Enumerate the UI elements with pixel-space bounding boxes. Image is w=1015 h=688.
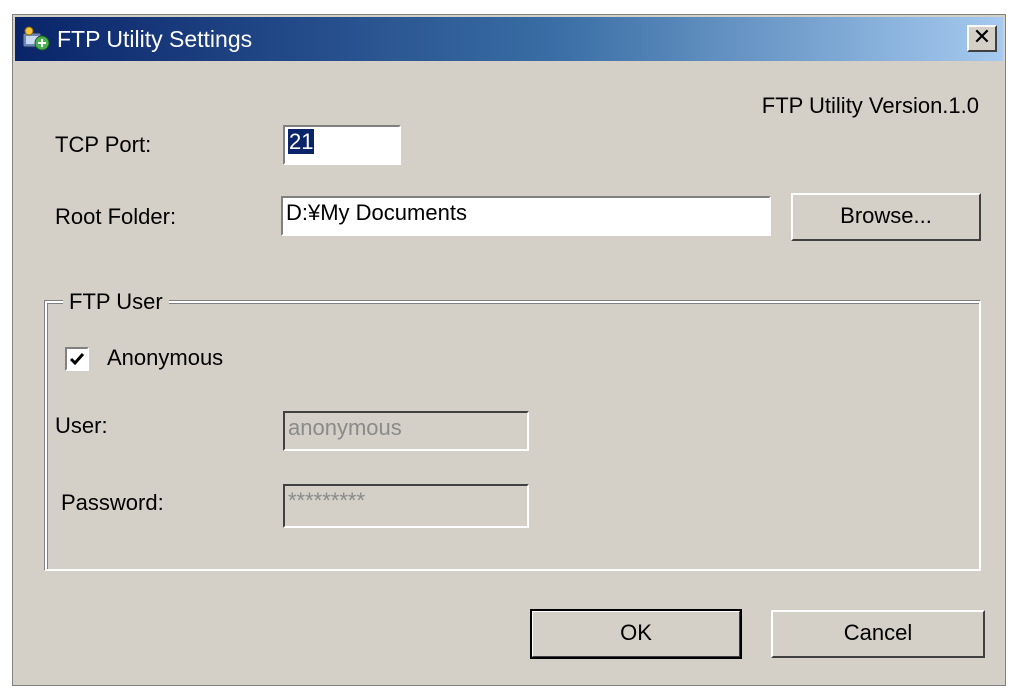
user-label: User: <box>55 413 108 438</box>
ftp-app-icon <box>22 26 50 51</box>
tcp-port-input[interactable]: 21 <box>283 125 401 165</box>
password-value: ********* <box>288 488 366 513</box>
password-label: Password: <box>61 490 164 515</box>
checkmark-icon <box>69 353 85 366</box>
tcp-port-label: TCP Port: <box>55 132 152 157</box>
root-folder-label: Root Folder: <box>55 204 177 229</box>
ftp-user-group-label: FTP User <box>63 289 169 315</box>
browse-button[interactable]: Browse... <box>791 193 981 241</box>
close-button[interactable]: ✕ <box>967 25 997 52</box>
cancel-button[interactable]: Cancel <box>771 610 985 658</box>
anonymous-checkbox[interactable] <box>65 347 89 371</box>
close-icon: ✕ <box>972 25 992 50</box>
ok-button[interactable]: OK <box>530 609 742 659</box>
ftp-settings-dialog: FTP Utility Settings ✕ FTP Utility Versi… <box>12 14 1006 686</box>
user-input[interactable]: anonymous <box>283 411 529 451</box>
tcp-port-value: 21 <box>288 129 315 154</box>
anonymous-label[interactable]: Anonymous <box>107 345 223 371</box>
user-value: anonymous <box>288 415 402 440</box>
window-title: FTP Utility Settings <box>57 26 253 52</box>
password-input[interactable]: ********* <box>283 484 529 528</box>
title-bar[interactable]: FTP Utility Settings ✕ <box>15 17 1003 61</box>
root-folder-input[interactable]: D:¥My Documents <box>281 196 771 236</box>
version-label: FTP Utility Version.1.0 <box>761 93 979 118</box>
root-folder-value: D:¥My Documents <box>286 200 467 225</box>
